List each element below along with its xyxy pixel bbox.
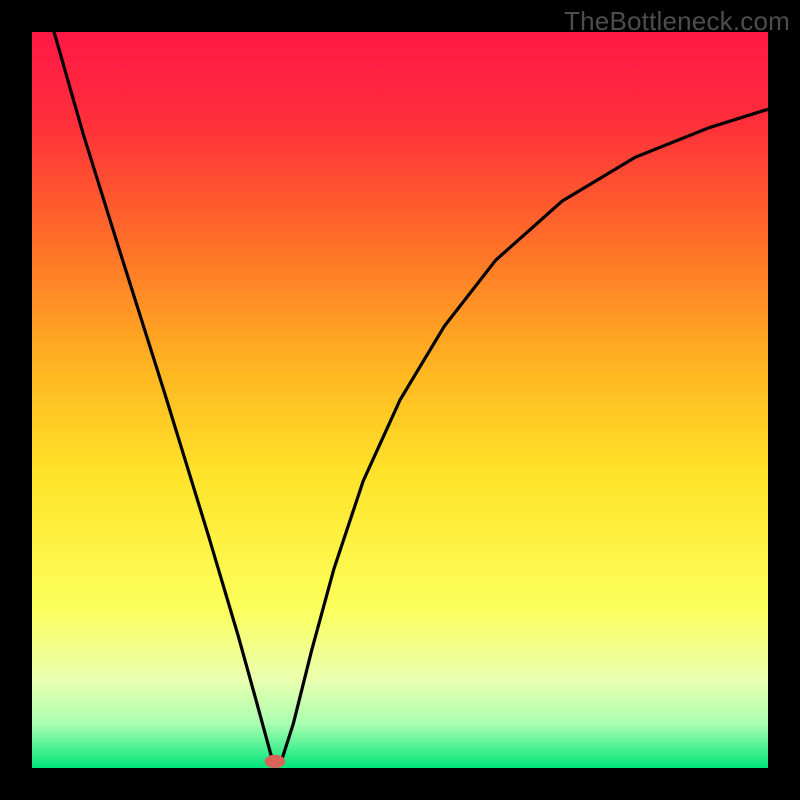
bottleneck-chart xyxy=(32,32,768,768)
optimum-marker xyxy=(265,755,286,768)
chart-frame xyxy=(32,32,768,768)
